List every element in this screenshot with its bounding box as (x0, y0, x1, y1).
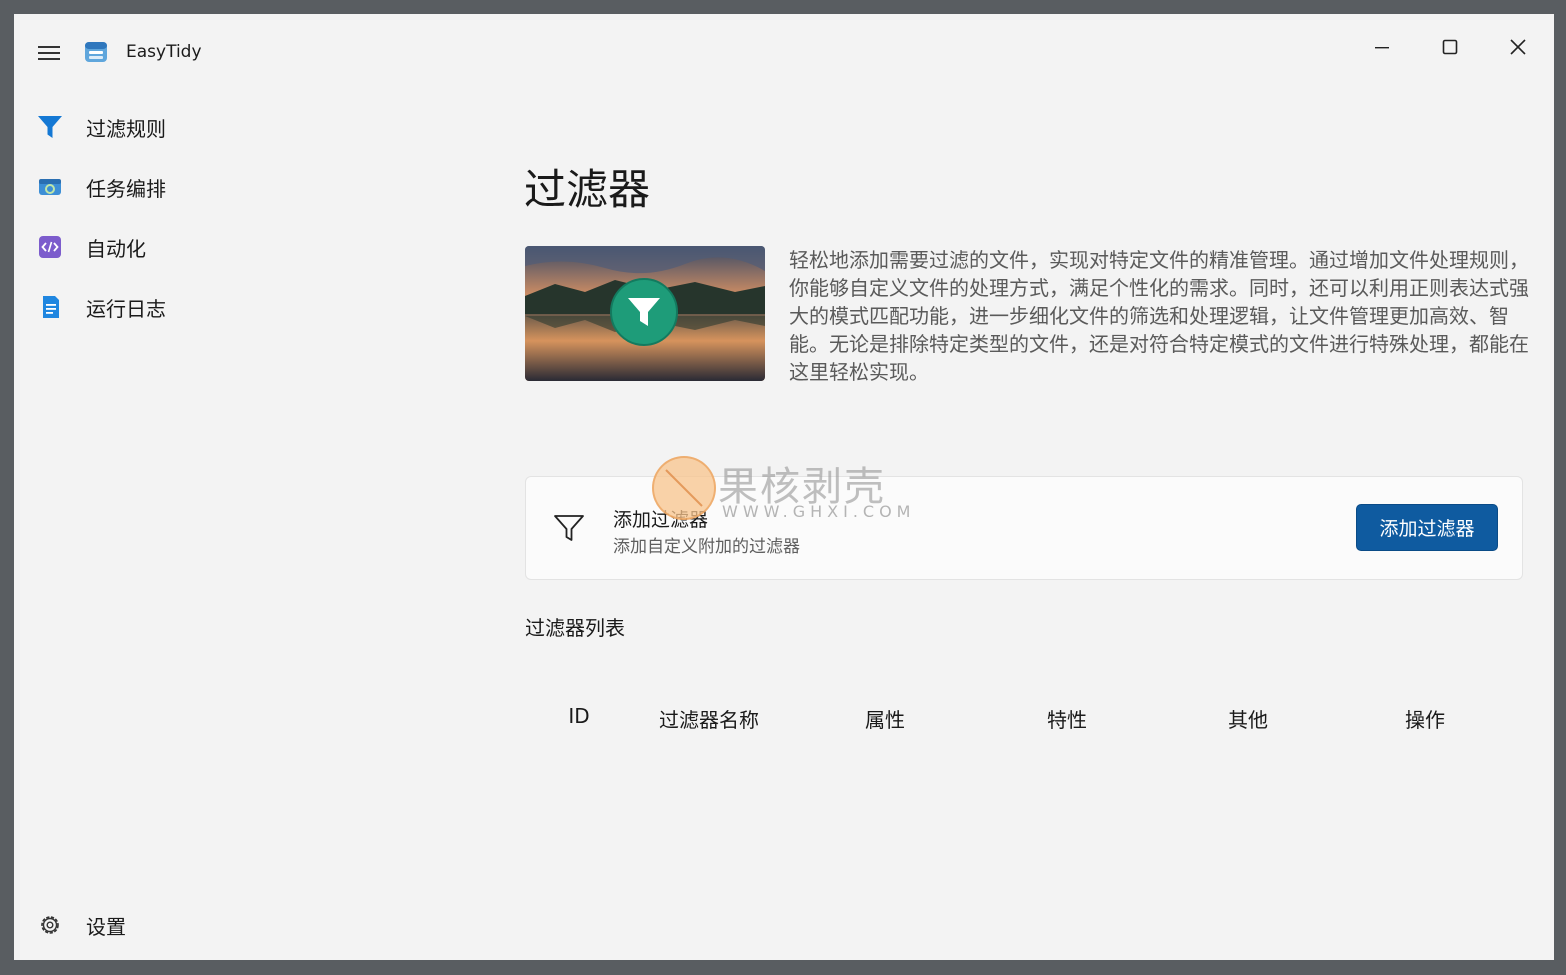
minimize-icon (1375, 47, 1389, 49)
task-icon (36, 173, 64, 201)
filter-icon (36, 113, 64, 141)
add-filter-card-title: 添加过滤器 (613, 509, 709, 531)
app-logo-icon (84, 40, 108, 64)
app-title: EasyTidy (126, 42, 202, 62)
page-title: 过滤器 (524, 165, 651, 214)
column-header-filter-name: 过滤器名称 (659, 708, 759, 732)
add-filter-card-subtitle: 添加自定义附加的过滤器 (613, 537, 800, 557)
hamburger-icon (38, 46, 60, 60)
app-window: EasyTidy 过滤规则 任务编排 自动化 运行日志 设置 过滤器 轻松地添加… (14, 14, 1554, 960)
filter-outline-icon (552, 511, 586, 545)
add-filter-card: 添加过滤器 添加自定义附加的过滤器 添加过滤器 (525, 476, 1523, 580)
sidebar-item-label: 运行日志 (86, 296, 166, 321)
sidebar-item-run-log[interactable]: 运行日志 (22, 282, 306, 332)
sidebar-item-label: 任务编排 (86, 176, 166, 201)
maximize-button[interactable] (1422, 24, 1478, 70)
column-header-actions: 操作 (1405, 708, 1445, 732)
code-icon (36, 233, 64, 261)
close-icon (1510, 39, 1526, 55)
sidebar: 过滤规则 任务编排 自动化 运行日志 设置 (14, 98, 314, 960)
sidebar-item-label: 自动化 (86, 236, 146, 261)
sidebar-item-task-orchestration[interactable]: 任务编排 (22, 162, 306, 212)
title-bar: EasyTidy (14, 14, 1554, 92)
gear-icon (36, 911, 64, 939)
sidebar-item-label: 设置 (86, 914, 126, 939)
column-header-attributes: 属性 (865, 708, 905, 732)
hero-image (525, 246, 765, 381)
sidebar-item-automation[interactable]: 自动化 (22, 222, 306, 272)
sidebar-item-label: 过滤规则 (86, 116, 166, 141)
sidebar-item-settings[interactable]: 设置 (22, 900, 306, 950)
page-description: 轻松地添加需要过滤的文件，实现对特定文件的精准管理。通过增加文件处理规则，你能够… (789, 248, 1529, 384)
close-button[interactable] (1490, 24, 1546, 70)
minimize-button[interactable] (1354, 24, 1410, 70)
maximize-icon (1442, 39, 1458, 55)
column-header-id: ID (568, 704, 590, 728)
add-filter-button[interactable]: 添加过滤器 (1356, 504, 1498, 551)
log-icon (36, 293, 64, 321)
filter-table-header: ID 过滤器名称 属性 特性 其他 操作 (525, 704, 1521, 738)
filter-list-title: 过滤器列表 (525, 616, 625, 640)
column-header-other: 其他 (1228, 708, 1268, 732)
column-header-characteristics: 特性 (1047, 708, 1087, 732)
sidebar-item-filter-rules[interactable]: 过滤规则 (22, 102, 306, 152)
menu-toggle-button[interactable] (34, 40, 64, 66)
